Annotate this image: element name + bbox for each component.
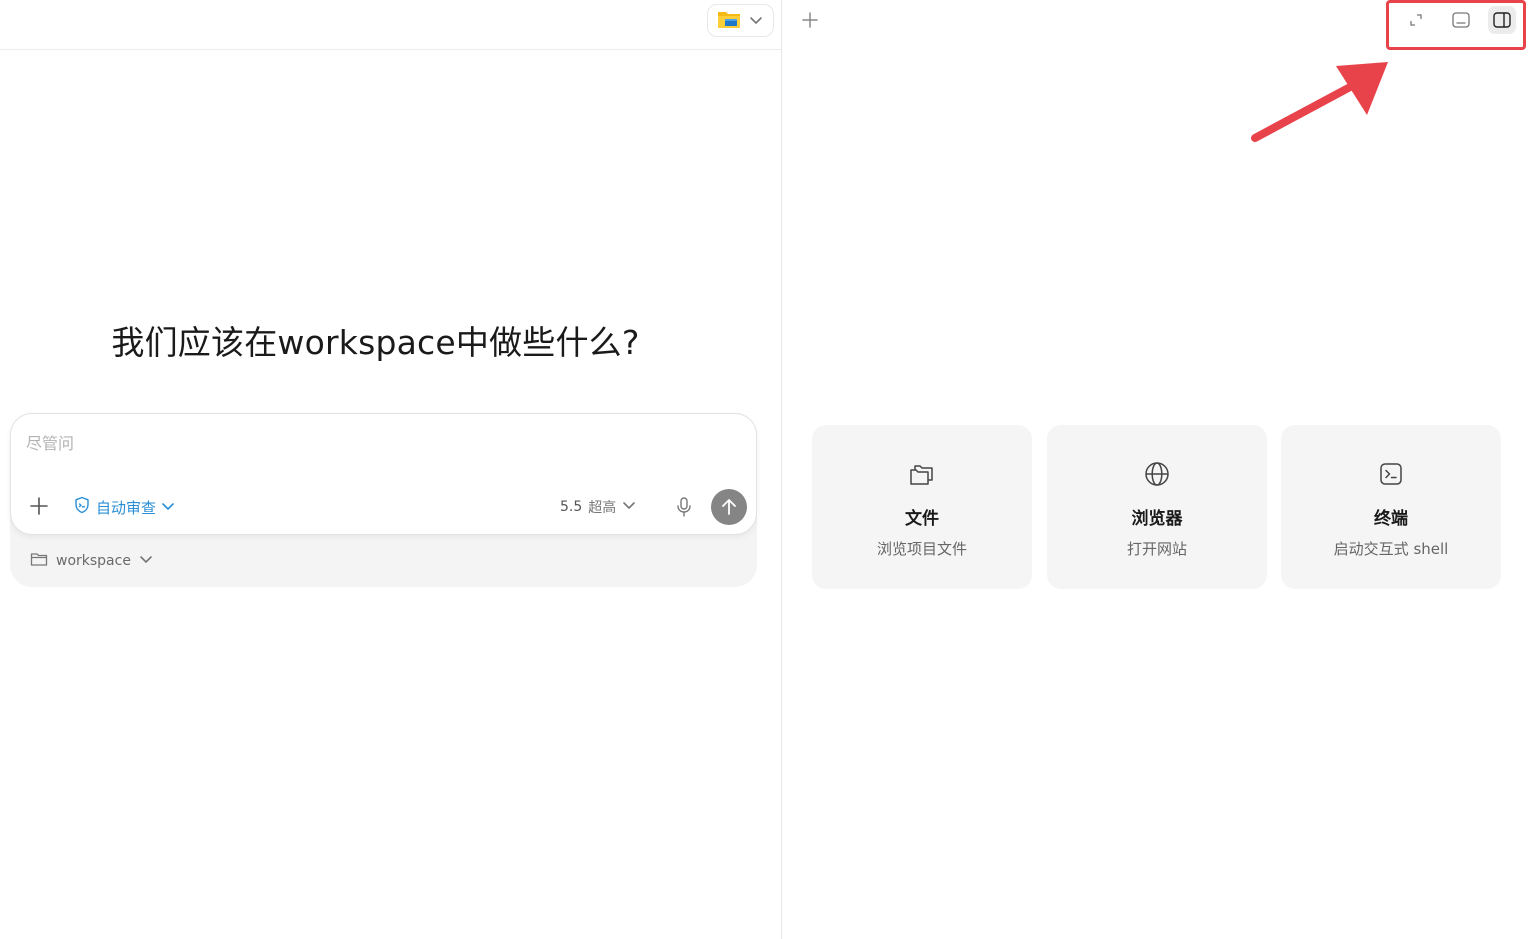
quality-label: 超高 xyxy=(588,500,617,516)
review-mode-dropdown[interactable]: 自动审查 xyxy=(73,495,175,519)
chevron-down-icon xyxy=(749,11,763,30)
card-title: 浏览器 xyxy=(1131,509,1183,529)
arrow-up-icon xyxy=(722,499,736,515)
annotation-arrow-icon xyxy=(1251,62,1388,142)
workspace-selector[interactable]: workspace xyxy=(30,550,153,572)
open-folder-button[interactable] xyxy=(707,4,774,37)
card-title: 文件 xyxy=(905,509,939,529)
microphone-icon xyxy=(677,497,691,517)
prompt-input[interactable] xyxy=(26,430,726,456)
card-subtitle: 浏览项目文件 xyxy=(876,540,967,558)
expand-icon xyxy=(1410,14,1422,26)
review-mode-label: 自动审查 xyxy=(96,498,157,517)
folder-app-icon xyxy=(717,8,741,34)
browser-card[interactable]: 浏览器 打开网站 xyxy=(1047,425,1267,589)
plus-icon xyxy=(802,12,818,28)
chevron-down-icon xyxy=(622,499,636,515)
model-selector[interactable]: 5.5 超高 xyxy=(560,496,636,518)
side-panel-icon xyxy=(1493,12,1511,28)
terminal-card[interactable]: 终端 启动交互式 shell xyxy=(1281,425,1501,589)
globe-icon xyxy=(1143,460,1171,488)
send-button[interactable] xyxy=(711,489,747,525)
add-attachment-button[interactable] xyxy=(28,495,50,517)
folder-icon xyxy=(30,551,48,571)
side-panel-button[interactable] xyxy=(1488,6,1516,34)
card-title: 终端 xyxy=(1374,509,1408,529)
composer: 自动审查 5.5 超高 xyxy=(10,413,757,535)
voice-input-button[interactable] xyxy=(674,496,694,518)
card-subtitle: 打开网站 xyxy=(1126,540,1187,558)
folders-icon xyxy=(908,460,936,488)
plus-icon xyxy=(30,497,48,515)
terminal-icon xyxy=(1377,460,1405,488)
expand-button[interactable] xyxy=(1402,6,1430,34)
files-card[interactable]: 文件 浏览项目文件 xyxy=(812,425,1032,589)
workspace-label: workspace xyxy=(56,553,131,569)
page-title: 我们应该在workspace中做些什么? xyxy=(111,323,640,362)
card-subtitle: 启动交互式 shell xyxy=(1333,540,1449,558)
chevron-down-icon xyxy=(139,553,153,569)
model-version: 5.5 xyxy=(560,499,583,515)
bottom-panel-button[interactable] xyxy=(1447,6,1475,34)
bottom-panel-icon xyxy=(1452,12,1470,28)
new-tab-button[interactable] xyxy=(800,10,820,30)
shield-icon xyxy=(73,496,91,518)
chat-topbar xyxy=(0,0,781,50)
chevron-down-icon xyxy=(161,498,175,516)
